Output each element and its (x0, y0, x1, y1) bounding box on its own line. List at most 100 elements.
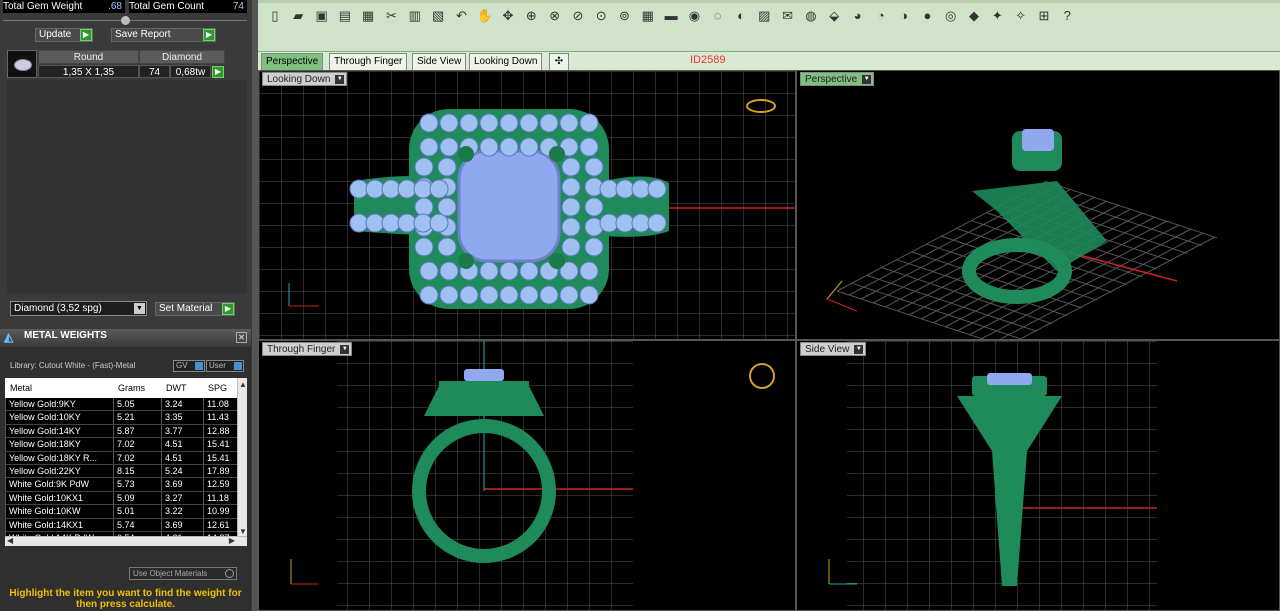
undo-icon[interactable]: ↶ (452, 7, 470, 25)
scroll-left-icon[interactable]: ◀ (7, 536, 13, 545)
material-select[interactable]: Diamond (3,52 spg) ▼ (10, 301, 147, 316)
melee-stone (615, 179, 635, 199)
melee-stone (519, 285, 539, 305)
render-icon[interactable]: ✉ (779, 7, 797, 25)
table-row[interactable]: Yellow Gold:22KY 8.15 5.24 17.89 (5, 465, 247, 479)
gem-icon[interactable]: ◎ (942, 7, 960, 25)
gv-toggle-icon[interactable] (195, 362, 203, 370)
melee-stone (579, 137, 599, 157)
gear-icon[interactable]: ✦ (988, 7, 1006, 25)
save-icon[interactable]: ▣ (313, 7, 331, 25)
print-icon[interactable]: ▤ (336, 7, 354, 25)
frame-icon[interactable]: ✧ (1012, 7, 1030, 25)
gem-thumbnail[interactable] (7, 50, 37, 78)
chevron-down-icon[interactable]: ▼ (134, 303, 145, 314)
chevron-down-icon[interactable]: ▼ (854, 345, 864, 354)
help-icon[interactable]: ? (1058, 7, 1076, 25)
wire-icon[interactable]: ◕ (849, 7, 867, 25)
viewport-label-side-view[interactable]: Side View ▼ (800, 342, 867, 356)
sphere2-icon[interactable]: ◑ (895, 7, 913, 25)
melee-stone (429, 179, 449, 199)
metal-weights-icon: ◭ (4, 330, 14, 344)
tab-through-finger[interactable]: Through Finger (329, 53, 408, 70)
radio-icon[interactable] (225, 569, 234, 578)
table-row[interactable]: Yellow Gold:18KY R... 7.02 4.51 15.41 (5, 451, 247, 465)
gem-row-go-icon[interactable]: ▶ (212, 66, 224, 78)
viewport-side-view[interactable]: Side View ▼ (796, 340, 1280, 611)
table-row[interactable]: Yellow Gold:18KY 7.02 4.51 15.41 (5, 438, 247, 452)
chevron-down-icon[interactable]: ▼ (862, 75, 872, 84)
tab-looking-down[interactable]: Looking Down (469, 53, 543, 70)
lock-icon[interactable]: ▨ (755, 7, 773, 25)
save-report-button[interactable]: Save Report (111, 28, 216, 42)
zoom-window-icon[interactable]: ⊘ (569, 7, 587, 25)
col-metal[interactable]: Metal (10, 378, 32, 398)
use-object-materials-toggle[interactable]: Use Object Materials (129, 567, 237, 580)
paste-icon[interactable]: ▥ (406, 7, 424, 25)
splitter-handle[interactable] (121, 16, 130, 25)
gv-field[interactable]: GV (173, 360, 205, 372)
col-grams[interactable]: Grams (118, 378, 145, 398)
update-go-icon[interactable]: ▶ (80, 29, 92, 41)
copy-icon[interactable]: ▦ (359, 7, 377, 25)
table-row[interactable]: Yellow Gold:10KY 5.21 3.35 11.43 (5, 411, 247, 425)
measure-icon[interactable]: ◉ (685, 7, 703, 25)
table-cell: Yellow Gold:9KY (5, 398, 113, 411)
viewport-perspective[interactable]: Perspective ▼ (796, 70, 1280, 340)
user-field[interactable]: User (206, 360, 244, 372)
zoom-out-icon[interactable]: ⊗ (546, 7, 564, 25)
perspective-render (826, 129, 1218, 339)
user-toggle-icon[interactable] (234, 362, 242, 370)
cut-icon[interactable]: ✂ (383, 7, 401, 25)
table-row[interactable]: White Gold:14KX1 5.74 3.69 12.61 (5, 518, 247, 532)
table-row[interactable]: Yellow Gold:14KY 5.87 3.77 12.88 (5, 424, 247, 439)
vertical-scrollbar[interactable]: ▲ ▼ (237, 378, 247, 546)
scroll-down-icon[interactable]: ▼ (239, 527, 247, 536)
col-dwt[interactable]: DWT (166, 378, 187, 398)
shade-icon[interactable]: ⬙ (825, 7, 843, 25)
move-icon[interactable]: ✥ (499, 7, 517, 25)
rotate-view-icon[interactable]: ⊚ (616, 7, 634, 25)
table-row[interactable]: White Gold:9K PdW 5.73 3.69 12.59 (5, 478, 247, 492)
viewport-label-perspective[interactable]: Perspective ▼ (800, 72, 875, 86)
light-icon[interactable]: ◐ (732, 7, 750, 25)
snap-icon[interactable]: ◌ (709, 7, 727, 25)
total-gem-count-value: 74 (232, 1, 244, 12)
col-spg[interactable]: SPG (208, 378, 227, 398)
tab-side-view[interactable]: Side View (412, 53, 467, 70)
star-icon[interactable]: ◆ (965, 7, 983, 25)
chevron-down-icon[interactable]: ▼ (335, 75, 345, 84)
car-icon[interactable]: ▬ (662, 7, 680, 25)
table-row[interactable]: Yellow Gold:9KY 5.05 3.24 11.08 (5, 398, 247, 412)
add-tab-icon[interactable]: ✣ (549, 53, 569, 70)
close-icon[interactable]: ✕ (236, 332, 247, 343)
new-icon[interactable]: ▯ (266, 7, 284, 25)
table-row[interactable]: White Gold:10KW 5.01 3.22 10.99 (5, 505, 247, 519)
zoom-in-icon[interactable]: ⊕ (522, 7, 540, 25)
viewport-through-finger[interactable]: Through Finger ▼ (258, 340, 796, 611)
grid-icon[interactable]: ▦ (639, 7, 657, 25)
clipboard-icon[interactable]: ▧ (429, 7, 447, 25)
pan-icon[interactable]: ✋ (476, 7, 494, 25)
layout-icon[interactable]: ⊞ (1035, 7, 1053, 25)
set-material-go-icon[interactable]: ▶ (222, 303, 234, 315)
table-cell: White Gold:10KX1 (5, 491, 113, 505)
sphere-icon[interactable]: ◔ (872, 7, 890, 25)
scroll-right-icon[interactable]: ▶ (229, 536, 235, 545)
tab-perspective[interactable]: Perspective (261, 53, 324, 70)
chevron-down-icon[interactable]: ▼ (340, 345, 350, 354)
horizontal-scrollbar[interactable]: ◀ ▶ (5, 536, 247, 546)
save-report-go-icon[interactable]: ▶ (203, 29, 215, 41)
viewport-looking-down[interactable]: Looking Down ▼ (258, 70, 796, 340)
zoom-extents-icon[interactable]: ⊙ (592, 7, 610, 25)
scroll-up-icon[interactable]: ▲ (239, 380, 247, 389)
sphere3-icon[interactable]: ● (918, 7, 936, 25)
open-icon[interactable]: ▰ (289, 7, 307, 25)
table-cell: 5.21 (113, 411, 161, 425)
melee-stone (349, 213, 369, 233)
gem-type-header: Diamond (139, 50, 225, 64)
viewport-label-through-finger[interactable]: Through Finger ▼ (262, 342, 353, 356)
material-icon[interactable]: ◍ (802, 7, 820, 25)
viewport-label-looking-down[interactable]: Looking Down ▼ (262, 72, 348, 86)
table-row[interactable]: White Gold:10KX1 5.09 3.27 11.18 (5, 491, 247, 506)
